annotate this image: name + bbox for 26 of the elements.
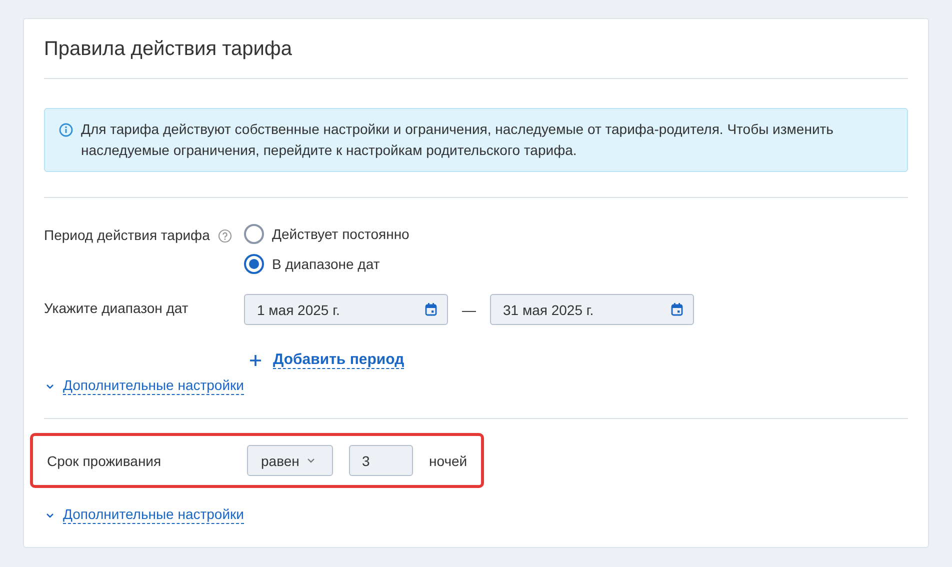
operator-dropdown[interactable]: равен xyxy=(247,445,333,476)
calendar-icon xyxy=(425,303,437,316)
date-field[interactable]: 1 мая 2025 г. xyxy=(244,294,448,325)
chevron-down-icon xyxy=(46,384,54,388)
unit-label: ночей xyxy=(429,452,468,468)
field-label: Укажите диапазон дат xyxy=(44,300,188,316)
section-title: Правила действия тарифа xyxy=(44,37,294,62)
radio-button[interactable] xyxy=(244,254,264,274)
calendar-icon xyxy=(671,303,683,316)
field-label: Период действия тарифа xyxy=(44,227,210,243)
radio-option[interactable]: В диапазоне дат xyxy=(244,254,410,274)
help-icon xyxy=(218,229,232,243)
chevron-down-icon xyxy=(46,512,54,518)
info-text: Для тарифа действуют собственные настройки и ограничения, наследуемые от тарифа-родителя. Чтобы изменить наследуемые ограничения, перейдите к настройкам родительского тарифа. xyxy=(81,120,834,160)
advanced-settings-link[interactable]: Дополнительные настройки xyxy=(63,377,244,395)
advanced-settings-link[interactable]: Дополнительные настройки xyxy=(63,506,244,524)
range-separator: — xyxy=(462,302,476,318)
field-label: Срок проживания xyxy=(47,452,162,468)
radio-option[interactable]: Действует постоянно xyxy=(244,224,410,244)
radio-button[interactable] xyxy=(244,224,264,244)
date-field[interactable]: 31 мая 2025 г. xyxy=(490,294,694,325)
plus-icon xyxy=(250,354,261,366)
info-icon xyxy=(59,123,73,137)
nights-input[interactable]: 3 xyxy=(349,445,413,476)
add-period-link[interactable]: Добавить период xyxy=(273,351,404,369)
chevron-down-icon xyxy=(307,458,316,463)
